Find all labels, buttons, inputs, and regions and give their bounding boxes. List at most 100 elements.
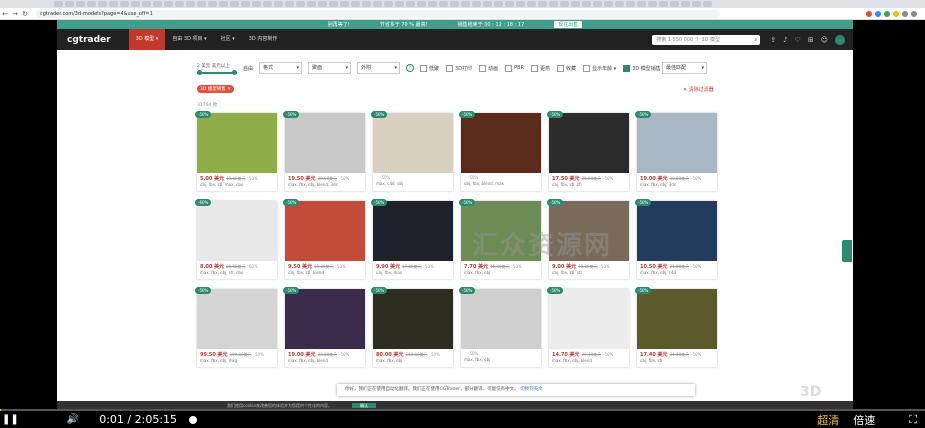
browser-tab[interactable] <box>384 1 393 7</box>
product-card[interactable]: -50% 10.50 美元 21.00美元 -50% max, fbx, obj, … <box>635 199 717 279</box>
browser-tab[interactable] <box>659 1 668 7</box>
product-card[interactable]: -50% -50% obj, fbx, blend, max <box>459 111 541 191</box>
product-card[interactable]: -50% 9.90 美元 19.80美元 -50% obj, fbx, max <box>371 199 453 279</box>
volume-icon[interactable]: 🔊 <box>67 414 79 425</box>
help-icon[interactable]: ? <box>406 64 415 72</box>
browser-tab[interactable] <box>417 1 426 7</box>
browser-tab[interactable] <box>76 1 85 7</box>
browser-tab[interactable] <box>538 1 547 7</box>
browser-tab[interactable] <box>505 1 514 7</box>
product-thumbnail[interactable]: -50% <box>371 287 453 349</box>
browser-tab[interactable] <box>461 1 470 7</box>
reload-icon[interactable]: ↻ <box>20 10 30 18</box>
product-card[interactable]: -50% -50% max, c4d, obj <box>371 111 453 191</box>
browser-tab[interactable] <box>648 1 657 7</box>
url-input[interactable]: cgtrader.com/3d-models?page=4&use_off=1 <box>36 9 720 18</box>
quality-button[interactable]: 超清 <box>817 412 839 428</box>
browser-tab[interactable] <box>219 1 228 7</box>
browser-tab[interactable] <box>428 1 437 7</box>
browser-tab[interactable] <box>395 1 404 7</box>
browser-tab[interactable] <box>637 1 646 7</box>
filter-checkbox[interactable]: PBR <box>505 64 524 72</box>
progress-handle[interactable] <box>189 415 198 424</box>
product-thumbnail[interactable]: -50% <box>635 111 717 173</box>
browser-tab[interactable] <box>615 1 624 7</box>
price-slider[interactable]: 2 美元 美元以上 <box>197 63 237 75</box>
product-card[interactable]: -50% 9.50 美元 19.00美元 -50% obj, fbx, stl, b… <box>283 199 365 279</box>
extras-dropdown[interactable]: 外附 <box>357 62 401 74</box>
shop-now-button[interactable]: 现在出售 <box>554 21 583 28</box>
product-thumbnail[interactable]: -50% <box>283 111 365 173</box>
browser-tab[interactable] <box>373 1 382 7</box>
filter-checkbox[interactable]: 更热 <box>531 64 550 72</box>
filter-checkbox[interactable]: 动画 <box>479 64 498 72</box>
cookie-accept-button[interactable]: 确认 <box>351 403 376 408</box>
product-thumbnail[interactable]: -50% <box>371 111 453 173</box>
forward-icon[interactable]: → <box>10 10 20 18</box>
browser-tab[interactable] <box>593 1 602 7</box>
product-card[interactable]: -50% 99.50 美元 199.00美元 -50% max, fbx, obj,… <box>195 287 277 367</box>
back-icon[interactable]: ← <box>0 10 10 18</box>
product-thumbnail[interactable]: -50% <box>459 287 541 349</box>
browser-tab[interactable] <box>241 1 250 7</box>
product-thumbnail[interactable]: -50% <box>459 111 541 173</box>
product-thumbnail[interactable]: -50% <box>635 287 717 349</box>
browser-tab[interactable] <box>153 1 162 7</box>
browser-tab[interactable] <box>527 1 536 7</box>
format-dropdown[interactable]: 格式 <box>259 62 303 74</box>
filter-checkbox[interactable]: 收藏 <box>557 64 576 72</box>
product-card[interactable]: -50% 17.50 美元 35.00美元 -50% obj, fbx, stl, … <box>547 111 629 191</box>
browser-tab[interactable] <box>483 1 492 7</box>
product-thumbnail[interactable]: -50% <box>195 111 277 173</box>
product-thumbnail[interactable]: -50% <box>283 287 365 349</box>
product-thumbnail[interactable]: -60% <box>195 199 277 261</box>
browser-tab[interactable] <box>208 1 217 7</box>
browser-tab[interactable] <box>571 1 580 7</box>
browser-tab[interactable] <box>472 1 481 7</box>
product-card[interactable]: -50% 5.00 美元 10.00美元 -50% obj, fbx, stl, m… <box>195 111 277 191</box>
product-thumbnail[interactable]: -50% <box>635 199 717 261</box>
browser-tab[interactable] <box>285 1 294 7</box>
browser-tab[interactable] <box>87 1 96 7</box>
browser-tab[interactable] <box>252 1 261 7</box>
browser-tab[interactable] <box>98 1 107 7</box>
sort-dropdown[interactable]: 最佳匹配 <box>662 62 707 74</box>
product-thumbnail[interactable]: -50% <box>371 199 453 261</box>
product-card[interactable]: -50% 17.40 美元 34.80美元 -50% obj, fbx, stl <box>635 287 717 367</box>
active-filter-chip[interactable]: 3D 模型销售 ✕ <box>197 85 234 93</box>
nav-3d-content[interactable]: 3D 内容制作 <box>242 29 285 50</box>
browser-tab[interactable] <box>626 1 635 7</box>
browser-tab[interactable] <box>263 1 272 7</box>
browser-tab[interactable] <box>692 1 701 7</box>
browser-tab[interactable] <box>65 1 74 7</box>
product-card[interactable]: -50% 19.00 美元 38.00美元 -50% max, fbx, obj, … <box>635 111 717 191</box>
nav-3d-models[interactable]: 3D 模型 ▾ <box>128 29 166 50</box>
fullscreen-icon[interactable]: ⛶ <box>909 413 917 427</box>
browser-tab[interactable] <box>131 1 140 7</box>
product-card[interactable]: -50% 19.50 美元 39.00美元 -50% max, fbx, obj, … <box>283 111 365 191</box>
browser-tab[interactable] <box>329 1 338 7</box>
browser-tab[interactable] <box>340 1 349 7</box>
browser-tab[interactable] <box>670 1 679 7</box>
filter-checkbox[interactable]: 3D 模型销售 <box>623 64 661 72</box>
nav-community[interactable]: 社区 ▾ <box>214 29 242 50</box>
product-thumbnail[interactable]: -50% <box>547 287 629 349</box>
browser-tab[interactable] <box>230 1 239 7</box>
browser-tab[interactable] <box>197 1 206 7</box>
browser-tab[interactable] <box>362 1 371 7</box>
search-icon[interactable]: ⌕ <box>754 35 757 45</box>
browser-tab[interactable] <box>109 1 118 7</box>
browser-tab[interactable] <box>307 1 316 7</box>
upload-icon[interactable]: ⇪ <box>770 36 776 44</box>
browser-tab[interactable] <box>560 1 569 7</box>
cgtrader-logo[interactable]: cgtrader <box>67 35 111 45</box>
search-input[interactable]: 搜索 1 550 000 个 3D 模型 ⌕ <box>652 34 761 45</box>
browser-tab[interactable] <box>439 1 448 7</box>
product-thumbnail[interactable]: -50% <box>547 111 629 173</box>
product-thumbnail[interactable]: -50% <box>195 287 277 349</box>
filter-checkbox[interactable]: 显示年龄 ▾ <box>583 64 616 72</box>
browser-tab[interactable] <box>604 1 613 7</box>
browser-tab[interactable] <box>582 1 591 7</box>
browser-tab[interactable] <box>703 1 712 7</box>
browser-tab[interactable] <box>120 1 129 7</box>
